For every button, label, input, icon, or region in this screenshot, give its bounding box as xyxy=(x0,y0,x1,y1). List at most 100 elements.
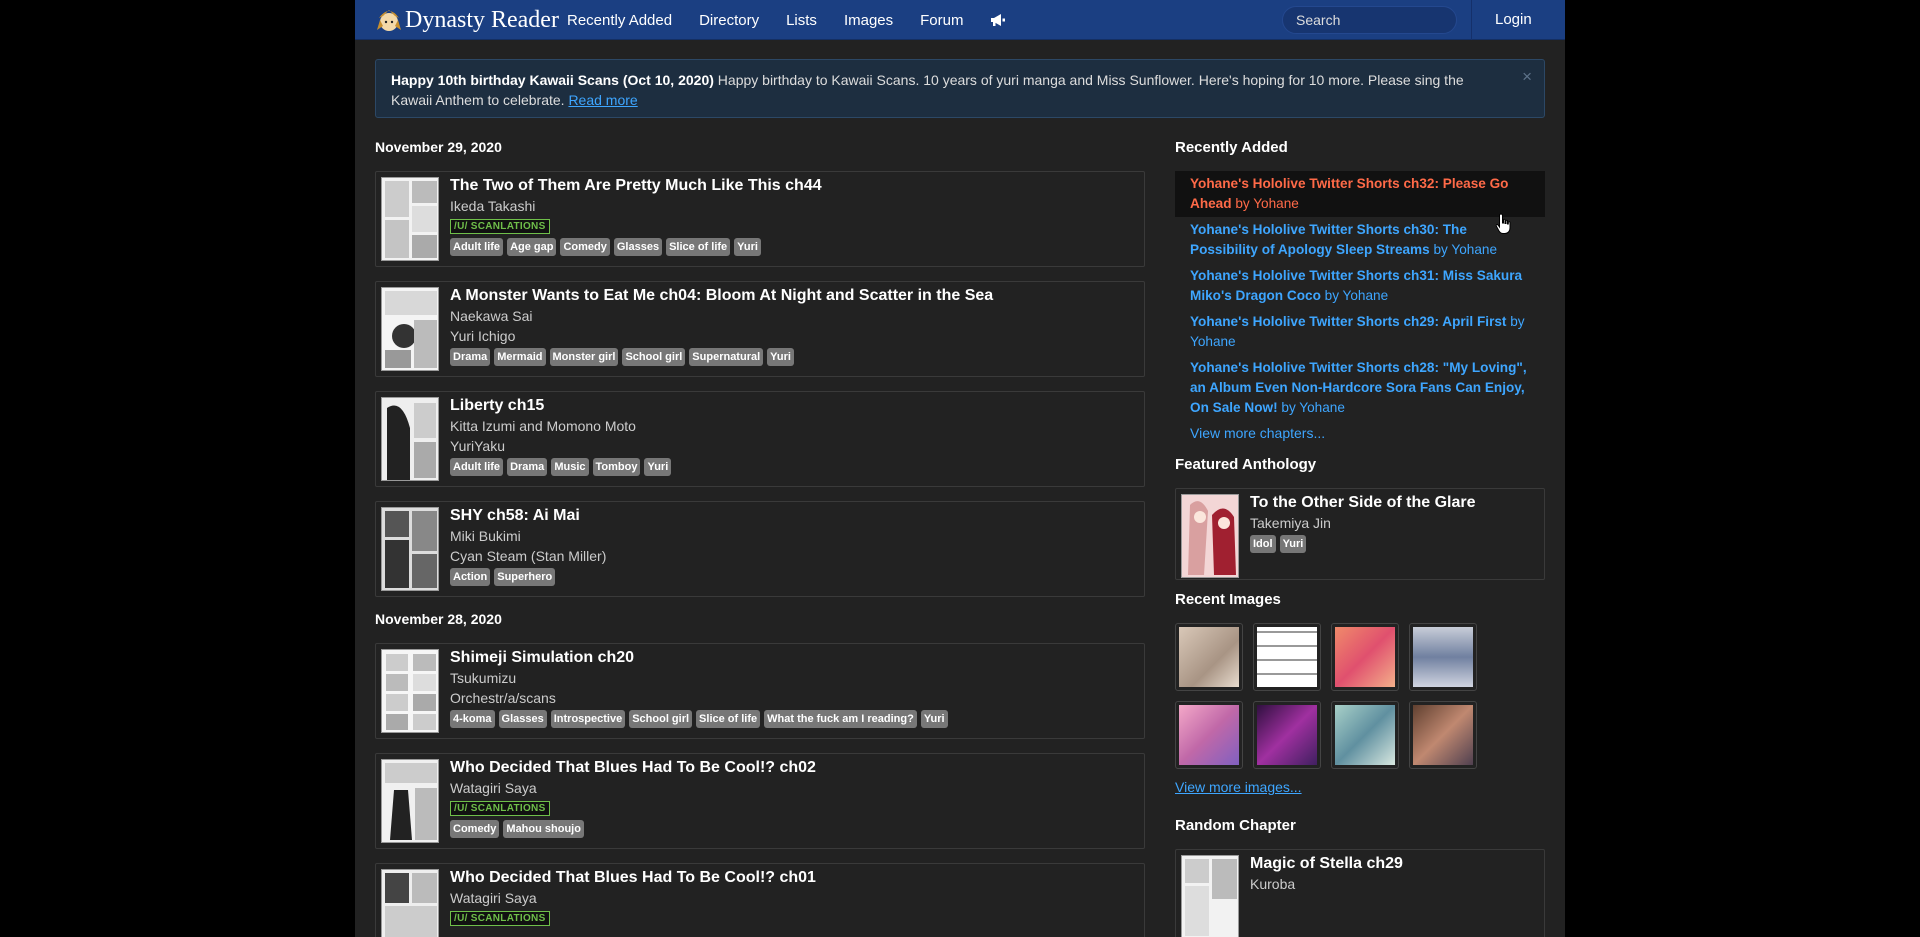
chapter-item[interactable]: The Two of Them Are Pretty Much Like Thi… xyxy=(375,171,1145,267)
tag[interactable]: Mahou shoujo xyxy=(503,820,584,838)
recent-images-grid xyxy=(1175,623,1545,769)
chapter-author[interactable]: Ikeda Takashi xyxy=(450,196,1140,216)
tag[interactable]: Monster girl xyxy=(549,348,619,366)
chapter-author[interactable]: Watagiri Saya xyxy=(450,888,1140,908)
tag[interactable]: Adult life xyxy=(450,238,504,256)
tag[interactable]: Adult life xyxy=(450,458,504,476)
chapter-scanlator[interactable]: Orchestr/a/scans xyxy=(450,688,1140,708)
tag[interactable]: Idol xyxy=(1250,535,1276,553)
chapter-title[interactable]: Liberty ch15 xyxy=(450,396,1140,416)
tag[interactable]: Yuri xyxy=(920,710,948,728)
tag[interactable]: Supernatural xyxy=(689,348,764,366)
chapter-author[interactable]: Naekawa Sai xyxy=(450,306,1140,326)
random-author[interactable]: Kuroba xyxy=(1250,874,1540,894)
recent-chapter-link[interactable]: Yohane's Hololive Twitter Shorts ch32: P… xyxy=(1175,171,1545,217)
recent-image[interactable] xyxy=(1175,701,1243,769)
view-more-chapters-link[interactable]: View more chapters... xyxy=(1175,421,1545,445)
chapter-author[interactable]: Kitta Izumi and Momono Moto xyxy=(450,416,1140,436)
nav-forum[interactable]: Forum xyxy=(920,12,963,29)
scanlator-logo[interactable]: /U/ SCANLATIONS xyxy=(450,801,550,816)
search-input[interactable] xyxy=(1282,6,1457,34)
chapter-item[interactable]: A Monster Wants to Eat Me ch04: Bloom At… xyxy=(375,281,1145,377)
chapter-scanlator[interactable]: Cyan Steam (Stan Miller) xyxy=(450,546,1140,566)
recent-chapter-link[interactable]: Yohane's Hololive Twitter Shorts ch31: M… xyxy=(1175,263,1545,309)
tag[interactable]: Superhero xyxy=(494,568,556,586)
tag[interactable]: Drama xyxy=(507,458,548,476)
recent-image[interactable] xyxy=(1409,623,1477,691)
tag[interactable]: Yuri xyxy=(734,238,761,256)
chapter-scanlator[interactable]: Yuri Ichigo xyxy=(450,326,1140,346)
featured-title[interactable]: To the Other Side of the Glare xyxy=(1250,493,1540,513)
recent-chapter-link[interactable]: Yohane's Hololive Twitter Shorts ch29: A… xyxy=(1175,309,1545,355)
tag[interactable]: Drama xyxy=(450,348,491,366)
tag[interactable]: Age gap xyxy=(507,238,557,256)
login-link[interactable]: Login xyxy=(1495,11,1532,28)
chapter-author[interactable]: Watagiri Saya xyxy=(450,778,1140,798)
chapter-author[interactable]: Tsukumizu xyxy=(450,668,1140,688)
featured-anthology[interactable]: To the Other Side of the Glare Takemiya … xyxy=(1175,488,1545,580)
chapter-thumbnail[interactable] xyxy=(381,507,439,591)
tag[interactable]: School girl xyxy=(622,348,686,366)
tag[interactable]: Yuri xyxy=(767,348,794,366)
alert-read-more-link[interactable]: Read more xyxy=(568,92,637,108)
chapter-item[interactable]: Liberty ch15 Kitta Izumi and Momono Moto… xyxy=(375,391,1145,487)
tag[interactable]: Comedy xyxy=(450,820,500,838)
recent-image[interactable] xyxy=(1331,701,1399,769)
recent-image[interactable] xyxy=(1175,623,1243,691)
tag[interactable]: Glasses xyxy=(498,710,547,728)
megaphone-icon[interactable] xyxy=(990,13,1006,27)
chapter-title[interactable]: Shimeji Simulation ch20 xyxy=(450,648,1140,668)
chapter-item[interactable]: Who Decided That Blues Had To Be Cool!? … xyxy=(375,753,1145,849)
chapter-thumbnail[interactable] xyxy=(381,649,439,733)
tag[interactable]: Action xyxy=(450,568,491,586)
recent-chapter-link[interactable]: Yohane's Hololive Twitter Shorts ch28: "… xyxy=(1175,355,1545,421)
chapter-item[interactable]: Shimeji Simulation ch20 Tsukumizu Orches… xyxy=(375,643,1145,739)
nav-lists[interactable]: Lists xyxy=(786,12,817,29)
chapter-title[interactable]: The Two of Them Are Pretty Much Like Thi… xyxy=(450,176,1140,196)
recent-image[interactable] xyxy=(1253,701,1321,769)
recent-chapter-link[interactable]: Yohane's Hololive Twitter Shorts ch30: T… xyxy=(1175,217,1545,263)
tag[interactable]: Glasses xyxy=(613,238,663,256)
tag[interactable]: School girl xyxy=(629,710,693,728)
chapter-scanlator[interactable]: YuriYaku xyxy=(450,436,1140,456)
tag[interactable]: Yuri xyxy=(644,458,672,476)
chapter-author[interactable]: Miki Bukimi xyxy=(450,526,1140,546)
tag[interactable]: Slice of life xyxy=(666,238,731,256)
chapter-thumbnail[interactable] xyxy=(381,869,439,937)
chapter-thumbnail[interactable] xyxy=(381,397,439,481)
scanlator-logo[interactable]: /U/ SCANLATIONS xyxy=(450,219,550,234)
tag[interactable]: Music xyxy=(551,458,589,476)
chapter-thumbnail[interactable] xyxy=(381,759,439,843)
recent-image[interactable] xyxy=(1331,623,1399,691)
tag[interactable]: Tomboy xyxy=(592,458,641,476)
featured-author[interactable]: Takemiya Jin xyxy=(1250,513,1540,533)
random-title[interactable]: Magic of Stella ch29 xyxy=(1250,854,1540,874)
chapter-title[interactable]: Who Decided That Blues Had To Be Cool!? … xyxy=(450,868,1140,888)
tag[interactable]: Slice of life xyxy=(696,710,761,728)
recent-image[interactable] xyxy=(1409,701,1477,769)
tag[interactable]: Introspective xyxy=(550,710,626,728)
scanlator-logo[interactable]: /U/ SCANLATIONS xyxy=(450,911,550,926)
nav-directory[interactable]: Directory xyxy=(699,12,759,29)
chapter-thumbnail[interactable] xyxy=(381,177,439,261)
chapter-item[interactable]: SHY ch58: Ai Mai Miki Bukimi Cyan Steam … xyxy=(375,501,1145,597)
chapter-title[interactable]: Who Decided That Blues Had To Be Cool!? … xyxy=(450,758,1140,778)
close-icon[interactable]: × xyxy=(1522,67,1532,87)
view-more-images-link[interactable]: View more images... xyxy=(1175,779,1545,795)
tag[interactable]: Comedy xyxy=(560,238,610,256)
random-chapter[interactable]: Magic of Stella ch29 Kuroba xyxy=(1175,849,1545,937)
tag[interactable]: 4-koma xyxy=(450,710,495,728)
chapter-item[interactable]: Who Decided That Blues Had To Be Cool!? … xyxy=(375,863,1145,937)
random-thumbnail[interactable] xyxy=(1181,855,1239,937)
nav-recently-added[interactable]: Recently Added xyxy=(567,12,672,29)
recent-image[interactable] xyxy=(1253,623,1321,691)
chapter-thumbnail[interactable] xyxy=(381,287,439,371)
tag[interactable]: Mermaid xyxy=(494,348,546,366)
chapter-title[interactable]: A Monster Wants to Eat Me ch04: Bloom At… xyxy=(450,286,1140,306)
tag[interactable]: Yuri xyxy=(1279,535,1307,553)
featured-thumbnail[interactable] xyxy=(1181,494,1239,578)
nav-images[interactable]: Images xyxy=(844,12,893,29)
tag[interactable]: What the fuck am I reading? xyxy=(764,710,917,728)
chapter-title[interactable]: SHY ch58: Ai Mai xyxy=(450,506,1140,526)
brand-logo[interactable]: Dynasty Reader xyxy=(375,4,559,36)
